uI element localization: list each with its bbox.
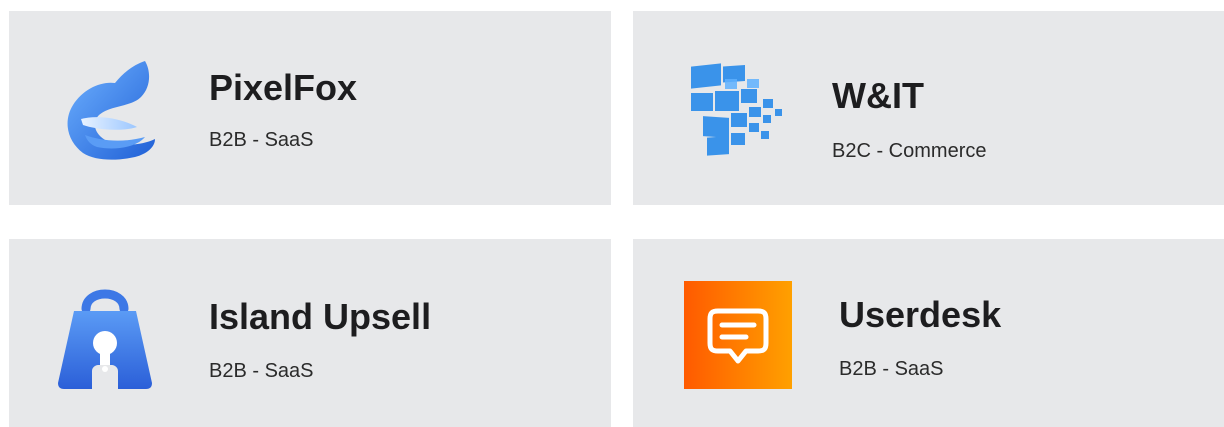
company-category: B2B - SaaS: [209, 129, 314, 151]
company-name: W&IT: [832, 75, 924, 116]
fox-logo-icon: [61, 57, 157, 161]
company-card-island-upsell[interactable]: Island Upsell B2B - SaaS: [9, 239, 611, 427]
company-category: B2C - Commerce: [832, 140, 987, 162]
tiles-logo-icon: [687, 61, 787, 165]
company-category: B2B - SaaS: [209, 360, 314, 382]
company-category: B2B - SaaS: [839, 358, 944, 380]
shopping-bag-logo-icon: [56, 279, 154, 391]
company-name: PixelFox: [209, 67, 358, 108]
company-name: Userdesk: [839, 294, 1002, 335]
company-card-wit[interactable]: W&IT B2C - Commerce: [633, 11, 1224, 205]
company-name: Island Upsell: [209, 296, 432, 337]
company-card-pixelfox[interactable]: PixelFox B2B - SaaS: [9, 11, 611, 205]
company-card-userdesk[interactable]: Userdesk B2B - SaaS: [633, 239, 1224, 427]
chat-bubble-logo-icon: [684, 281, 792, 389]
